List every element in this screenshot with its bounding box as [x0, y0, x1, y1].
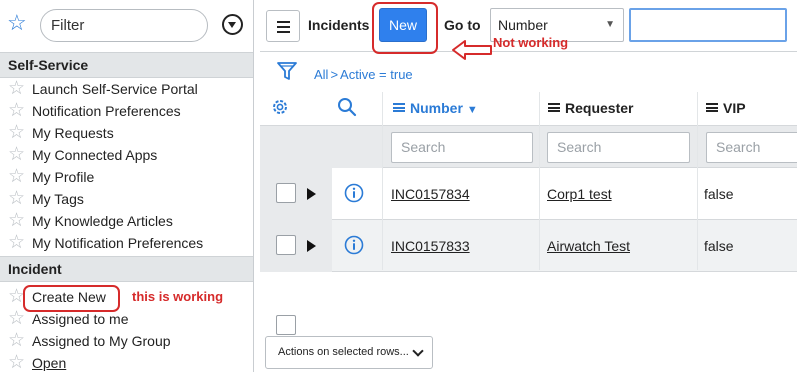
column-divider: [697, 92, 698, 270]
sort-descending-icon: ▼: [466, 104, 478, 116]
actions-dropdown[interactable]: Actions on selected rows...: [265, 336, 433, 369]
annotation-not-working: Not working: [493, 35, 569, 50]
search-input-requester[interactable]: Search: [547, 132, 690, 163]
cell-number[interactable]: INC0157833: [391, 238, 470, 254]
breadcrumb: All > Active = true: [260, 56, 797, 90]
chevron-down-icon: [412, 345, 424, 357]
search-icon[interactable]: [337, 97, 357, 117]
cell-requester[interactable]: Airwatch Test: [547, 238, 630, 254]
filter-options-icon[interactable]: [222, 14, 243, 35]
nav-item-assigned-to-my-group[interactable]: ☆ Assigned to My Group: [0, 330, 253, 352]
nav-filter-input[interactable]: Filter: [40, 9, 208, 42]
column-search-row: Search Search Search: [260, 126, 797, 168]
expand-row-icon[interactable]: [307, 240, 316, 252]
favorites-star-icon[interactable]: ☆: [7, 12, 29, 34]
breadcrumb-trail: All > Active = true: [314, 67, 413, 82]
annotation-working: this is working: [132, 289, 224, 304]
column-divider: [539, 92, 540, 270]
info-icon[interactable]: [344, 235, 364, 255]
star-icon[interactable]: ☆: [8, 309, 25, 329]
table-row[interactable]: INC0157833 Airwatch Test false: [260, 220, 797, 272]
search-input-number[interactable]: Search: [391, 132, 533, 163]
cell-requester[interactable]: Corp1 test: [547, 186, 612, 202]
expand-row-icon[interactable]: [307, 188, 316, 200]
breadcrumb-separator: >: [330, 67, 339, 82]
column-header-vip[interactable]: VIP: [706, 100, 746, 116]
table-row[interactable]: INC0157834 Corp1 test false: [260, 168, 797, 220]
goto-label: Go to: [444, 17, 481, 33]
nav-item-my-connected-apps[interactable]: ☆ My Connected Apps: [0, 144, 253, 166]
cell-vip: false: [704, 238, 734, 254]
search-input-vip[interactable]: Search: [706, 132, 797, 163]
row-controls: [260, 168, 332, 220]
gear-icon[interactable]: [270, 97, 290, 117]
annotation-box-new: [372, 2, 438, 54]
star-icon[interactable]: ☆: [8, 233, 25, 253]
column-menu-icon[interactable]: [706, 103, 718, 112]
nav-item-open[interactable]: ☆ Open: [0, 352, 253, 372]
context-menu-button[interactable]: [266, 10, 300, 42]
star-icon[interactable]: ☆: [8, 167, 25, 187]
breadcrumb-condition[interactable]: Active = true: [340, 67, 413, 82]
arrow-left-icon: [452, 40, 492, 60]
row-checkbox[interactable]: [276, 183, 296, 203]
application-navigator: ☆ Filter Self-Service ☆ Launch Self-Servi…: [0, 0, 254, 372]
breadcrumb-all[interactable]: All: [314, 67, 328, 82]
star-icon[interactable]: ☆: [8, 353, 25, 372]
star-icon[interactable]: ☆: [8, 123, 25, 143]
nav-section-self-service[interactable]: Self-Service: [0, 52, 253, 78]
page-title: Incidents: [308, 17, 370, 33]
column-header-number[interactable]: Number ▼: [393, 100, 478, 116]
star-icon[interactable]: ☆: [8, 189, 25, 209]
column-menu-icon[interactable]: [393, 103, 405, 112]
list-view: Incidents New Go to Number All>Active = …: [260, 0, 797, 372]
nav-section-incident[interactable]: Incident: [0, 256, 253, 282]
nav-item-notification-preferences[interactable]: ☆ Notification Preferences: [0, 100, 253, 122]
column-menu-icon[interactable]: [548, 103, 560, 112]
star-icon[interactable]: ☆: [8, 211, 25, 231]
nav-item-launch-portal[interactable]: ☆ Launch Self-Service Portal: [0, 78, 253, 100]
nav-item-my-tags[interactable]: ☆ My Tags: [0, 188, 253, 210]
cell-number[interactable]: INC0157834: [391, 186, 470, 202]
star-icon[interactable]: ☆: [8, 145, 25, 165]
nav-header: ☆ Filter: [0, 0, 253, 52]
nav-item-my-notification-preferences[interactable]: ☆ My Notification Preferences: [0, 232, 253, 254]
select-all-checkbox[interactable]: [276, 315, 296, 335]
info-icon[interactable]: [344, 183, 364, 203]
column-divider: [382, 92, 383, 270]
nav-item-my-profile[interactable]: ☆ My Profile: [0, 166, 253, 188]
annotation-box-create-new: [23, 285, 120, 312]
table-header: Number ▼ Requester VIP: [260, 92, 797, 126]
star-icon[interactable]: ☆: [8, 101, 25, 121]
column-header-requester[interactable]: Requester: [548, 100, 633, 116]
search-row-spacer: [260, 126, 382, 168]
star-icon[interactable]: ☆: [8, 331, 25, 351]
nav-item-my-requests[interactable]: ☆ My Requests: [0, 122, 253, 144]
nav-item-my-knowledge-articles[interactable]: ☆ My Knowledge Articles: [0, 210, 253, 232]
goto-search-input[interactable]: [629, 8, 787, 42]
row-checkbox[interactable]: [276, 235, 296, 255]
star-icon[interactable]: ☆: [8, 79, 25, 99]
row-controls: [260, 220, 332, 272]
cell-vip: false: [704, 186, 734, 202]
filter-funnel-icon[interactable]: [276, 60, 298, 82]
actions-label: Actions on selected rows...: [278, 346, 409, 358]
